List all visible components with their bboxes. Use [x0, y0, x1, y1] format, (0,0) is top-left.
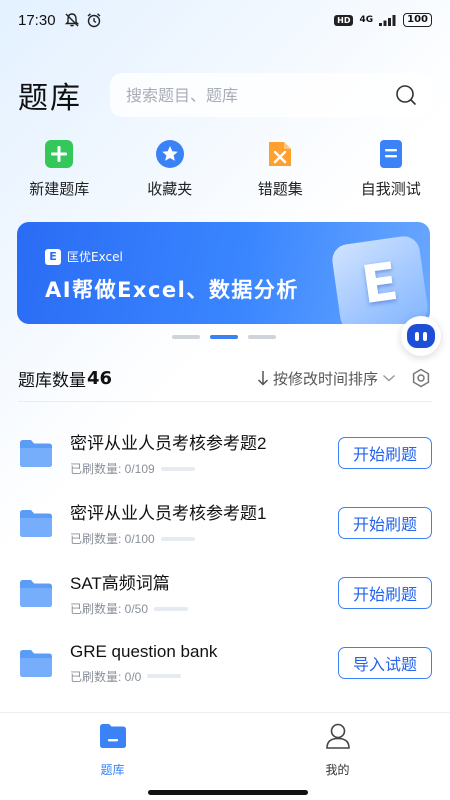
- progress-label: 已刷数量: 0/50: [70, 602, 149, 616]
- bank-item[interactable]: GRE question bank 已刷数量: 0/0 导入试题: [0, 628, 450, 698]
- brand-logo-icon: E: [45, 248, 61, 265]
- chevron-down-icon: [383, 374, 395, 382]
- sort-label: 按修改时间排序: [272, 369, 378, 388]
- banner-pager: [172, 335, 276, 339]
- import-questions-button[interactable]: 导入试题: [338, 647, 432, 679]
- hd-badge: HD: [334, 14, 354, 26]
- list-header: 题库数量 46 按修改时间排序: [18, 365, 432, 391]
- bank-item[interactable]: 密评从业人员考核参考题1 已刷数量: 0/100 开始刷题: [0, 488, 450, 558]
- start-practice-button[interactable]: 开始刷题: [338, 437, 432, 469]
- favorites-button[interactable]: 收藏夹: [120, 138, 220, 208]
- settings-button[interactable]: [410, 367, 432, 389]
- wrong-answers-button[interactable]: 错题集: [230, 138, 330, 208]
- search-icon[interactable]: [394, 83, 418, 107]
- tab-question-bank-label: 题库: [100, 763, 125, 777]
- banner-brand: E 匡优Excel: [45, 248, 123, 265]
- arrow-down-icon: [257, 371, 269, 386]
- tab-profile[interactable]: 我的: [225, 713, 450, 800]
- sort-button[interactable]: 按修改时间排序: [257, 368, 396, 389]
- battery-indicator: 100: [403, 13, 432, 27]
- alarm-icon: [87, 13, 101, 28]
- ai-assistant-button[interactable]: [401, 316, 441, 356]
- bank-item[interactable]: 密评从业人员考核参考题2 已刷数量: 0/109 开始刷题: [0, 418, 450, 488]
- app-screen: 17:30 HD 4G 100 题库 搜索题目、题库 新建题库 收藏夹 错题集 …: [0, 0, 450, 800]
- progress-bar: [160, 466, 195, 471]
- folder-icon: [20, 440, 52, 467]
- gear-icon: [412, 368, 430, 388]
- tab-profile-label: 我的: [325, 763, 350, 777]
- banner-headline: AI帮做Excel、数据分析: [45, 278, 299, 302]
- test-icon: [379, 140, 402, 168]
- folder-icon: [20, 510, 52, 537]
- star-icon: [155, 140, 184, 168]
- progress-label: 已刷数量: 0/0: [70, 669, 142, 684]
- pager-dot-active[interactable]: [210, 335, 238, 339]
- bottom-nav: 题库 我的: [0, 712, 450, 800]
- status-time: 17:30: [18, 11, 56, 29]
- progress-label: 已刷数量: 0/109: [70, 462, 155, 476]
- robot-icon: [407, 324, 435, 348]
- favorites-label: 收藏夹: [147, 180, 193, 198]
- wrong-icon: [269, 142, 292, 166]
- folder-icon: [99, 724, 126, 748]
- bank-name: 密评从业人员考核参考题1: [70, 504, 267, 523]
- bank-name: GRE question bank: [70, 641, 218, 661]
- bank-item[interactable]: SAT高频词篇 已刷数量: 0/50 开始刷题: [0, 558, 450, 628]
- self-test-button[interactable]: 自我测试: [341, 138, 441, 208]
- pager-dot[interactable]: [172, 335, 200, 339]
- progress-label: 已刷数量: 0/100: [70, 532, 155, 546]
- folder-icon: [20, 580, 52, 607]
- progress-bar: [147, 674, 182, 678]
- bank-count-value: 46: [87, 367, 113, 389]
- banner-brand-label: 匡优Excel: [67, 250, 123, 264]
- header: 题库: [18, 70, 432, 120]
- folder-icon: [20, 650, 52, 677]
- bank-list: 密评从业人员考核参考题2 已刷数量: 0/109 开始刷题 密评从业人员考核参考…: [0, 418, 450, 698]
- progress-bar: [160, 536, 195, 541]
- self-test-label: 自我测试: [360, 180, 421, 198]
- banner-logo-decoration: E: [330, 234, 430, 324]
- divider: [18, 401, 432, 402]
- wrong-answers-label: 错题集: [257, 180, 303, 198]
- mute-bell-icon: [64, 13, 79, 27]
- bank-name: SAT高频词篇: [70, 574, 170, 593]
- signal-icon: [379, 15, 396, 26]
- progress-bar: [154, 606, 189, 611]
- network-type: 4G: [359, 15, 374, 25]
- person-icon: [325, 723, 350, 749]
- search-box[interactable]: [110, 73, 432, 117]
- start-practice-button[interactable]: 开始刷题: [338, 507, 432, 539]
- new-bank-button[interactable]: 新建题库: [9, 138, 109, 208]
- bank-name: 密评从业人员考核参考题2: [70, 434, 267, 453]
- search-input[interactable]: [124, 84, 394, 106]
- home-indicator[interactable]: [148, 790, 308, 795]
- promo-banner[interactable]: E 匡优Excel AI帮做Excel、数据分析 E: [17, 222, 430, 324]
- tab-question-bank[interactable]: 题库: [0, 713, 225, 800]
- pager-dot[interactable]: [248, 335, 276, 339]
- start-practice-button[interactable]: 开始刷题: [338, 577, 432, 609]
- page-title: 题库: [18, 81, 82, 116]
- plus-icon: [45, 140, 74, 168]
- quick-actions: 新建题库 收藏夹 错题集 自我测试: [0, 138, 450, 208]
- new-bank-label: 新建题库: [29, 180, 90, 198]
- bank-count-label: 题库数量: [18, 370, 86, 391]
- status-bar: 17:30 HD 4G 100: [0, 0, 450, 40]
